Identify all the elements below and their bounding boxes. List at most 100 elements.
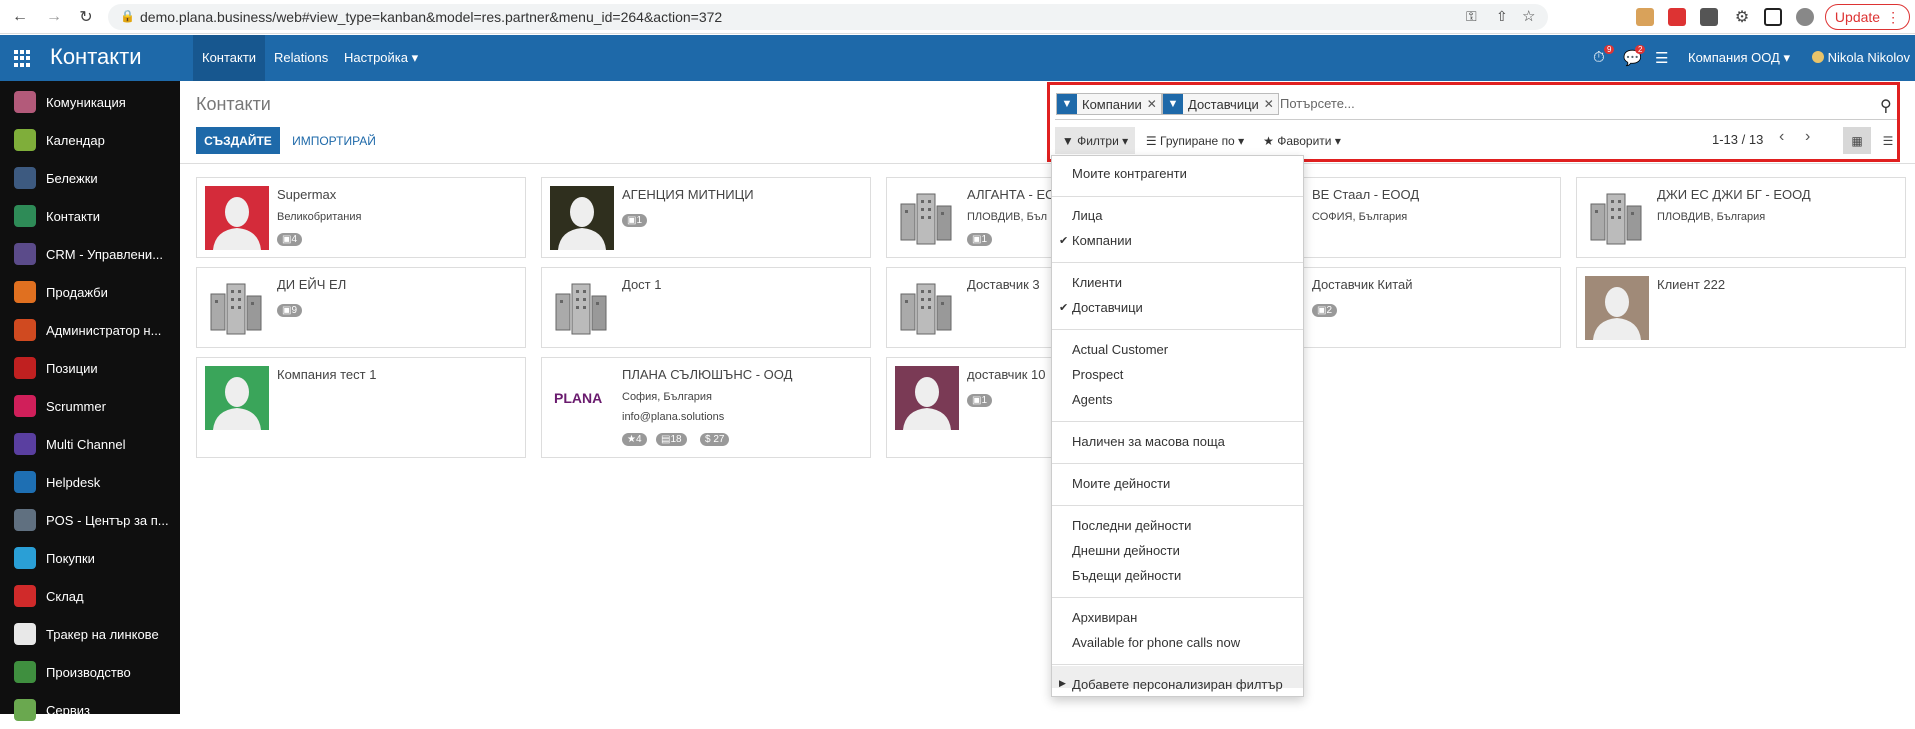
sidebar-item[interactable]: POS - Център за п... [0, 501, 180, 539]
sidebar-item[interactable]: Helpdesk [0, 463, 180, 501]
filter-option[interactable]: Добавете персонализиран филтър [1072, 677, 1283, 692]
update-button[interactable]: Update ⋮ [1825, 4, 1910, 30]
company-logo: PLANA [550, 366, 614, 430]
sidebar-item[interactable]: Покупки [0, 539, 180, 577]
user-menu[interactable]: Nikola Nikolov [1812, 50, 1910, 65]
count-badge[interactable]: ▣1 [967, 394, 993, 407]
import-button[interactable]: ИМПОРТИРАЙ [282, 127, 386, 154]
person-avatar [550, 186, 614, 250]
filter-option[interactable]: Agents [1072, 392, 1112, 407]
menu-contacts[interactable]: Контакти [193, 35, 266, 81]
filter-option[interactable]: Наличен за масова поща [1072, 434, 1225, 449]
badge-count: 4 [635, 434, 642, 445]
create-button[interactable]: СЪЗДАЙТЕ [196, 127, 280, 154]
sidebar-item-label: CRM - Управлени... [46, 246, 164, 262]
extension-icon[interactable] [1668, 8, 1686, 26]
sidebar-item[interactable]: Администратор н... [0, 311, 180, 349]
top-navbar: Контакти Контакти Relations Настройка ▾ … [0, 35, 1915, 81]
filter-option[interactable]: Компании [1072, 233, 1132, 248]
sidebar-item-label: Администратор н... [46, 322, 162, 338]
contact-name: доставчик 10 [967, 367, 1046, 382]
star-icon[interactable]: ☆ [1522, 7, 1535, 25]
filter-option[interactable]: Последни дейности [1072, 518, 1191, 533]
sidebar-item[interactable]: Scrummer [0, 387, 180, 425]
menu-settings[interactable]: Настройка ▾ [336, 35, 426, 81]
person-avatar [205, 366, 269, 430]
contact-name: ДИ ЕЙЧ ЕЛ [277, 277, 347, 292]
sidebar-item[interactable]: Календар [0, 121, 180, 159]
reload-icon[interactable]: ↻ [76, 7, 96, 27]
sidebar-item[interactable]: Сервиз [0, 691, 180, 729]
share-icon[interactable]: ⇧ [1496, 8, 1508, 25]
count-badge[interactable]: ▣1 [967, 233, 993, 246]
count-badge[interactable]: ▣4 [277, 233, 303, 246]
sidebar-item[interactable]: Тракер на линкове [0, 615, 180, 653]
filters-dropdown: Моите контрагенти Лица Компании ✔ Клиенти Дос… [1051, 155, 1304, 697]
more-icon: ⋮ [1886, 8, 1901, 25]
sidebar-item[interactable]: Multi Channel [0, 425, 180, 463]
activity-icon[interactable]: ⏱ [1593, 49, 1605, 66]
menu-relations[interactable]: Relations [266, 35, 336, 81]
count-badge[interactable]: ▣1 [622, 214, 648, 227]
company-avatar [205, 276, 269, 340]
badge-count: 4 [291, 234, 298, 245]
sidebar-item[interactable]: Склад [0, 577, 180, 615]
sidebar-item[interactable]: Бележки [0, 159, 180, 197]
sidebar-item[interactable]: Контакти [0, 197, 180, 235]
update-label: Update [1834, 9, 1881, 25]
sidebar-item[interactable]: Продажби [0, 273, 180, 311]
user-avatar-icon [1812, 51, 1824, 63]
contact-location: ПЛОВДИВ, Бъл [967, 211, 1048, 223]
avatar[interactable] [1796, 8, 1814, 26]
sidebar-item[interactable]: Позиции [0, 349, 180, 387]
contact-card[interactable]: Supermax Великобритания ▣4 [196, 177, 526, 258]
filter-option[interactable]: Доставчици [1072, 300, 1143, 315]
filter-option[interactable]: Клиенти [1072, 275, 1122, 290]
app-icon [14, 699, 36, 721]
sidebar-item[interactable]: CRM - Управлени... [0, 235, 180, 273]
contact-card[interactable]: ДЖИ ЕС ДЖИ БГ - ЕООД ПЛОВДИВ, България [1576, 177, 1906, 258]
count-badge[interactable]: ▣2 [1312, 304, 1338, 317]
app-icon [14, 205, 36, 227]
contact-name: ВЕ Стаал - ЕООД [1312, 187, 1420, 202]
count-badge[interactable]: $ 27 [700, 433, 730, 446]
company-switcher[interactable]: Компания ООД ▾ [1688, 50, 1790, 66]
list-icon[interactable]: ☰ [1655, 49, 1668, 67]
filter-option[interactable]: Actual Customer [1072, 342, 1168, 357]
count-badge[interactable]: ▣9 [277, 304, 303, 317]
filter-option[interactable]: Архивиран [1072, 610, 1137, 625]
back-icon[interactable]: ← [10, 7, 30, 27]
person-avatar [205, 186, 269, 250]
contact-name: Доставчик 3 [967, 277, 1040, 292]
contact-location: София, България [622, 391, 712, 403]
filter-option[interactable]: Бъдещи дейности [1072, 568, 1181, 583]
sidebar-item[interactable]: Производство [0, 653, 180, 691]
filter-option[interactable]: Моите контрагенти [1072, 166, 1187, 181]
filter-option[interactable]: Available for phone calls now [1072, 635, 1240, 650]
forward-icon[interactable]: → [44, 7, 64, 27]
filter-option[interactable]: Prospect [1072, 367, 1123, 382]
filter-option[interactable]: Днешни дейности [1072, 543, 1180, 558]
contact-card[interactable]: АГЕНЦИЯ МИТНИЦИ ▣1 [541, 177, 871, 258]
key-icon[interactable]: ⚿ [1466, 8, 1477, 25]
filter-option[interactable]: Лица [1072, 208, 1102, 223]
message-count-badge: 2 [1635, 45, 1646, 54]
extension-icon[interactable] [1700, 8, 1718, 26]
contact-card[interactable]: Дост 1 [541, 267, 871, 348]
contact-card[interactable]: PLANA ПЛАНА СЪЛЮШЪНС - ООД София, България… [541, 357, 871, 458]
filter-option[interactable]: Моите дейности [1072, 476, 1170, 491]
sidebar-item-label: POS - Център за п... [46, 512, 169, 528]
address-bar[interactable]: 🔒 demo.plana.business/web#view_type=kanb… [108, 4, 1548, 30]
count-badge[interactable]: ★4 [622, 433, 647, 446]
apps-menu-icon[interactable] [14, 50, 31, 67]
contact-name: Supermax [277, 187, 337, 202]
contact-card[interactable]: Компания тест 1 [196, 357, 526, 458]
contact-card[interactable]: Клиент 222 [1576, 267, 1906, 348]
sidepanel-icon[interactable] [1764, 8, 1782, 26]
sidebar-item[interactable]: Комуникация [0, 83, 180, 121]
count-badge[interactable]: ▤18 [656, 433, 687, 446]
puzzle-icon[interactable]: ⚙ [1732, 7, 1752, 27]
extension-icon[interactable] [1636, 8, 1654, 26]
contact-card[interactable]: ДИ ЕЙЧ ЕЛ ▣9 [196, 267, 526, 348]
check-icon: ✔ [1059, 302, 1069, 314]
